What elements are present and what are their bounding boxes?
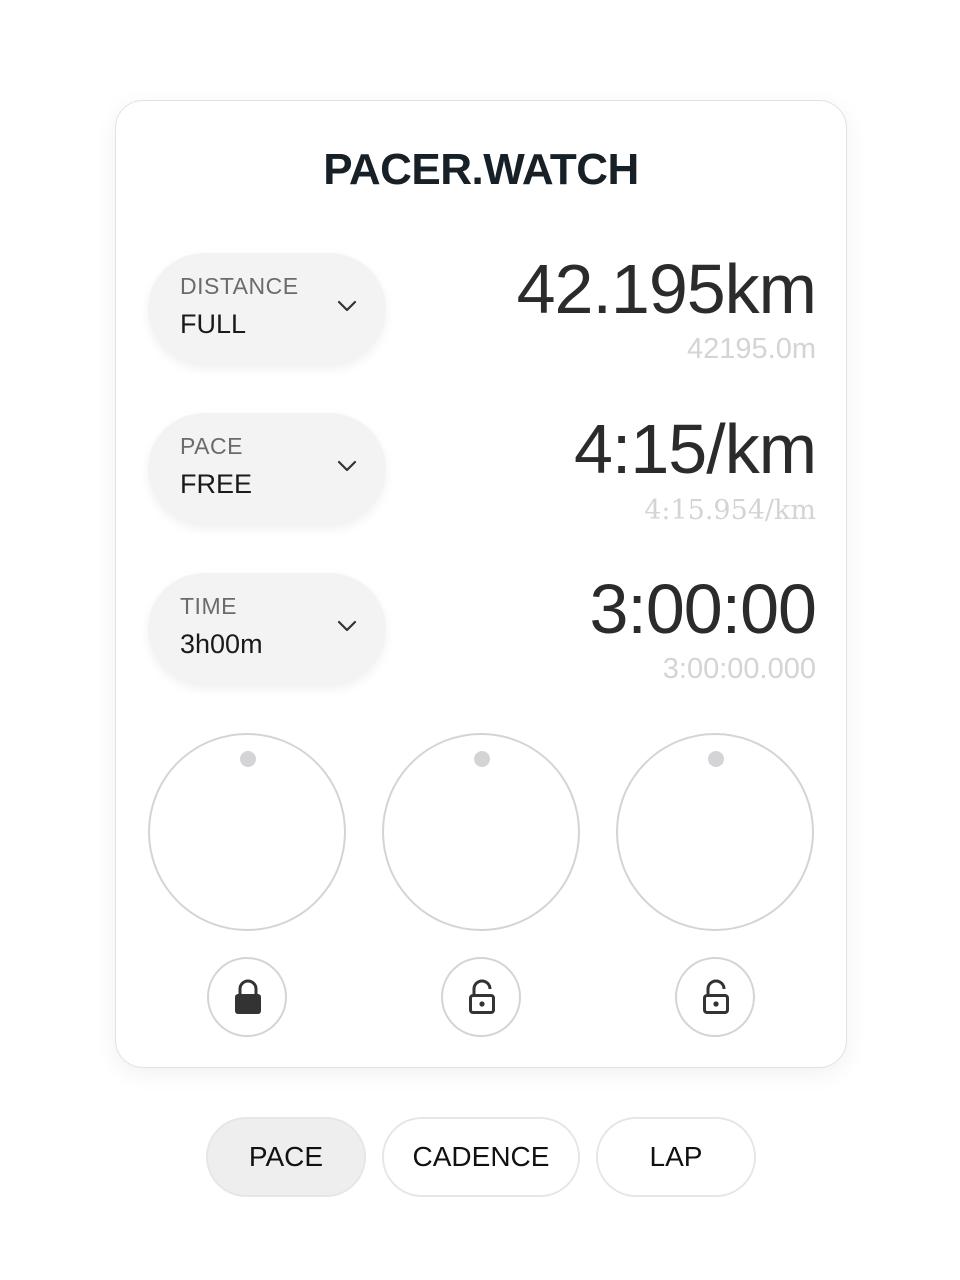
distance-row: DISTANCE FULL 42.195km 42195.0m (148, 250, 817, 365)
pace-label: PACE (180, 433, 243, 459)
pace-dial[interactable] (382, 733, 580, 931)
lock-closed-icon (235, 979, 261, 1014)
distance-label: DISTANCE (180, 273, 299, 299)
pace-precise-value: 4:15.954/km (644, 495, 816, 526)
distance-value: 42.195km (516, 250, 817, 328)
time-label: TIME (180, 593, 237, 619)
pacer-card: PACER.WATCH DISTANCE FULL 42.195km 42195… (115, 100, 847, 1068)
pace-selected-value: FREE (180, 469, 253, 499)
lock-open-icon (703, 979, 729, 1014)
lock-open-icon (469, 979, 495, 1014)
dial-indicator-dot (240, 751, 256, 767)
tab-cadence[interactable]: CADENCE (382, 1117, 580, 1197)
time-dial[interactable] (616, 733, 814, 931)
pace-lock-button[interactable] (441, 957, 521, 1037)
tab-pace[interactable]: PACE (206, 1117, 366, 1197)
distance-select[interactable]: DISTANCE FULL (148, 253, 386, 365)
pace-select[interactable]: PACE FREE (148, 413, 386, 525)
distance-precise-value: 42195.0m (687, 333, 816, 365)
time-selected-value: 3h00m (180, 629, 263, 659)
distance-dial[interactable] (148, 733, 346, 931)
tab-lap[interactable]: LAP (596, 1117, 756, 1197)
dial-indicator-dot (474, 751, 490, 767)
time-value: 3:00:00 (589, 570, 817, 648)
pace-value: 4:15/km (574, 410, 817, 488)
chevron-down-icon (337, 300, 357, 312)
time-lock-button[interactable] (675, 957, 755, 1037)
mode-tabs: PACE CADENCE LAP (0, 1117, 960, 1197)
time-row: TIME 3h00m 3:00:00 3:00:00.000 (148, 570, 817, 685)
dial-indicator-dot (708, 751, 724, 767)
pace-row: PACE FREE 4:15/km 4:15.954/km (148, 410, 817, 526)
chevron-down-icon (337, 620, 357, 632)
distance-selected-value: FULL (180, 309, 247, 339)
distance-lock-button[interactable] (207, 957, 287, 1037)
time-precise-value: 3:00:00.000 (662, 653, 816, 685)
chevron-down-icon (337, 460, 357, 472)
app-title: PACER.WATCH (323, 145, 639, 194)
time-select[interactable]: TIME 3h00m (148, 573, 386, 685)
